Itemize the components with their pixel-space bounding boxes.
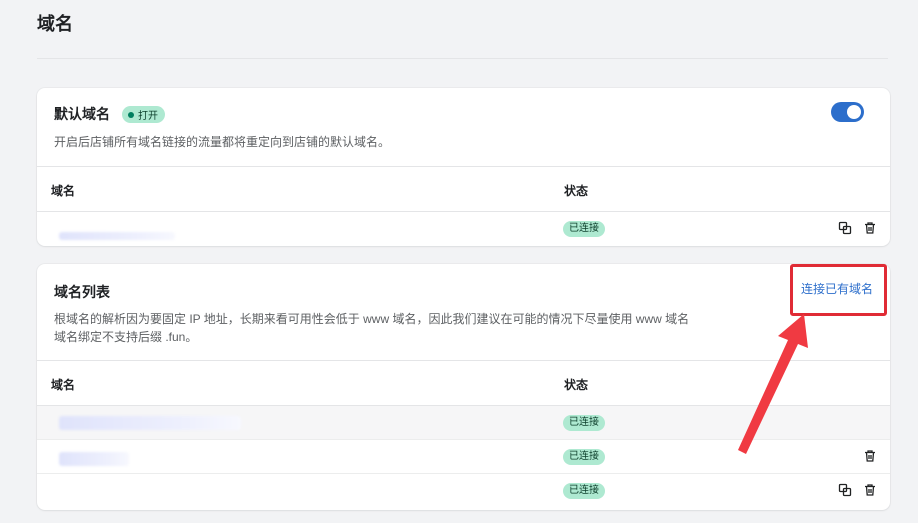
column-header-domain: 域名 xyxy=(51,184,76,198)
default-domain-table-head: 域名 状态 xyxy=(37,166,890,212)
default-domain-title: 默认域名 xyxy=(54,106,110,122)
status-badge: 已连接 xyxy=(563,221,605,237)
status-badge: 已连接 xyxy=(563,483,605,499)
status-badge: 已连接 xyxy=(563,415,605,431)
page-title: 域名 xyxy=(37,14,73,34)
domain-list-title: 域名列表 xyxy=(54,284,110,300)
delete-icon[interactable] xyxy=(863,221,877,235)
blurred-domain-name xyxy=(59,452,129,466)
copy-icon[interactable] xyxy=(838,483,852,497)
header-divider xyxy=(37,58,888,59)
default-domain-toggle[interactable] xyxy=(831,102,864,122)
status-badge: 已连接 xyxy=(563,449,605,465)
column-header-status: 状态 xyxy=(564,184,589,198)
default-domain-description: 开启后店铺所有域名链接的流量都将重定向到店铺的默认域名。 xyxy=(54,135,391,149)
highlight-box xyxy=(790,264,887,316)
blurred-domain-name xyxy=(59,232,175,240)
delete-icon[interactable] xyxy=(863,449,877,463)
blurred-domain-name xyxy=(59,416,241,430)
default-domain-card: 默认域名 打开 开启后店铺所有域名链接的流量都将重定向到店铺的默认域名。 域名 … xyxy=(37,88,890,246)
status-dot-icon xyxy=(128,111,134,118)
status-badge: 打开 xyxy=(122,106,165,123)
table-row: 已连接 xyxy=(37,474,890,508)
domain-list-description-line2: 域名绑定不支持后缀 .fun。 xyxy=(54,330,198,344)
column-header-status: 状态 xyxy=(564,378,589,392)
status-badge-label: 打开 xyxy=(138,111,158,122)
annotation-arrow-icon xyxy=(738,314,808,454)
toggle-knob xyxy=(847,105,861,119)
table-row: 已连接 xyxy=(37,212,890,246)
delete-icon[interactable] xyxy=(863,483,877,497)
copy-icon[interactable] xyxy=(838,221,852,235)
domain-list-description-line1: 根域名的解析因为要固定 IP 地址，长期来看可用性会低于 www 域名，因此我们… xyxy=(54,312,690,326)
column-header-domain: 域名 xyxy=(51,378,76,392)
